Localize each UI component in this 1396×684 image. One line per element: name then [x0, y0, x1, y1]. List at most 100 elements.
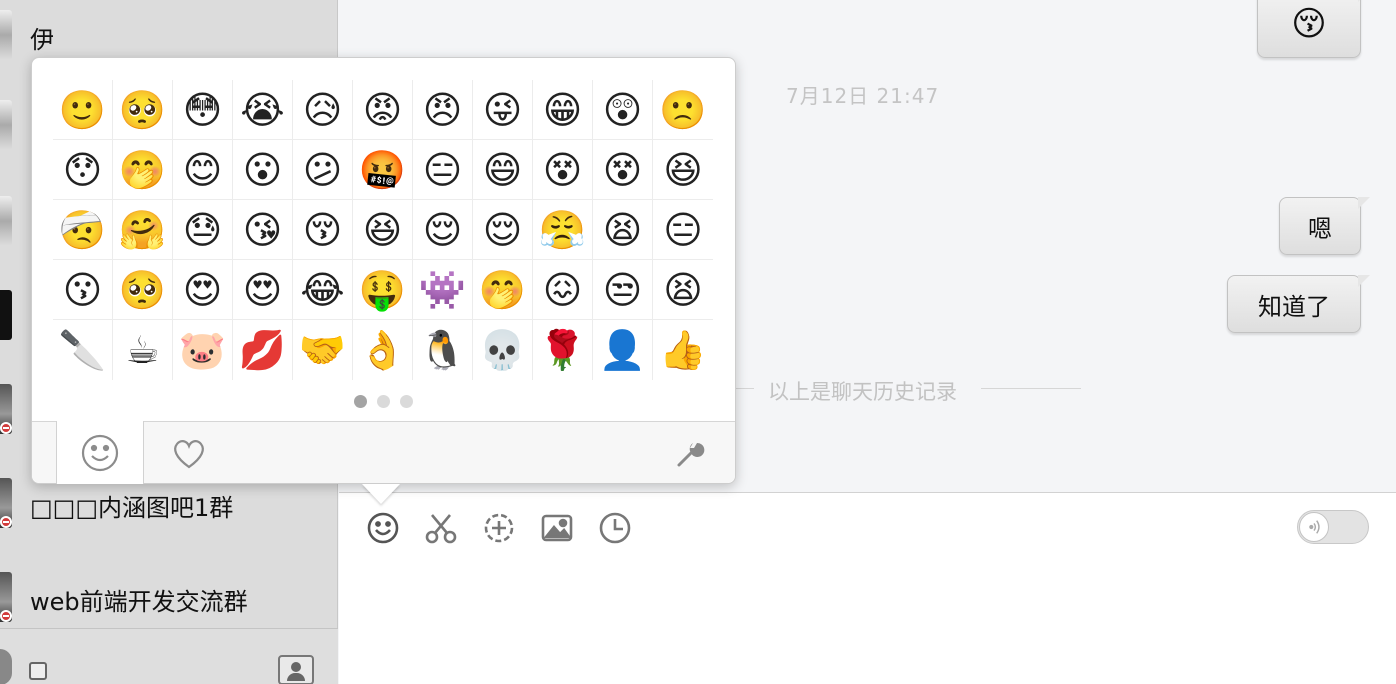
emoji-cell[interactable]: 😓 — [173, 200, 233, 260]
emoji-glyph: 🤬 — [358, 147, 407, 192]
emoji-cell[interactable]: 😆 — [353, 200, 413, 260]
emoji-glyph: 😡 — [362, 87, 403, 132]
emoji-cell[interactable]: 😍 — [173, 260, 233, 320]
emoji-cell[interactable]: ☕ — [113, 320, 173, 380]
emoji-cell[interactable]: 👾 — [413, 260, 473, 320]
emoji-cell[interactable]: 💋 — [233, 320, 293, 380]
emoji-cell[interactable]: 😜 — [473, 80, 533, 140]
avatar — [0, 100, 12, 150]
emoji-glyph: 😜 — [482, 87, 523, 132]
emoji-glyph: 👌 — [358, 328, 407, 372]
emoji-cell[interactable]: 😖 — [533, 260, 593, 320]
emoji-cell[interactable]: 😆 — [653, 140, 713, 200]
emoji-cell[interactable]: 😚 — [293, 200, 353, 260]
crosshair-icon[interactable] — [482, 511, 516, 545]
emoji-cell[interactable]: 🥺 — [113, 80, 173, 140]
tab-favorites[interactable] — [145, 422, 233, 484]
emoji-glyph: 🤭 — [118, 147, 167, 192]
emoji-glyph: 🤕 — [58, 207, 107, 252]
emoji-cell[interactable]: 😘 — [233, 200, 293, 260]
emoji-cell[interactable]: 😳 — [173, 80, 233, 140]
emoji-cell[interactable]: 🙂 — [53, 80, 113, 140]
emoji-cell[interactable]: 😥 — [293, 80, 353, 140]
clock-icon[interactable] — [598, 511, 632, 545]
emoji-glyph: 😗 — [62, 267, 103, 312]
divider-line — [736, 388, 754, 389]
emoji-cell[interactable]: 😍 — [233, 260, 293, 320]
message-input-area[interactable] — [339, 492, 1396, 684]
emoji-cell[interactable]: 🙁 — [653, 80, 713, 140]
message-bubble[interactable]: 嗯 — [1279, 197, 1370, 255]
emoji-glyph: 👍 — [659, 328, 707, 372]
avatar[interactable] — [0, 649, 12, 684]
emoji-cell[interactable]: 😕 — [293, 140, 353, 200]
emoji-cell[interactable]: 😫 — [653, 260, 713, 320]
emoji-cell[interactable]: 😁 — [533, 80, 593, 140]
emoji-cell[interactable]: 😑 — [413, 140, 473, 200]
scissors-icon[interactable] — [424, 511, 458, 545]
emoji-cell[interactable]: 😑 — [653, 200, 713, 260]
emoji-cell[interactable]: 😒 — [593, 260, 653, 320]
message-timestamp: 7月12日 21:47 — [786, 84, 940, 108]
emoji-cell[interactable]: 🤝 — [293, 320, 353, 380]
image-icon[interactable] — [540, 511, 574, 545]
page-dot[interactable] — [354, 395, 367, 408]
emoji-cell[interactable]: 👌 — [353, 320, 413, 380]
page-dot[interactable] — [377, 395, 390, 408]
emoji-tool-smiley-icon[interactable] — [366, 511, 400, 545]
emoji-cell[interactable]: 😮 — [233, 140, 293, 200]
emoji-cell[interactable]: 😤 — [533, 200, 593, 260]
emoji-glyph: 🙂 — [58, 87, 107, 132]
emoji-cell[interactable]: 😵 — [593, 140, 653, 200]
conversation-label: 伊 — [30, 26, 54, 54]
emoji-cell[interactable]: 👤 — [593, 320, 653, 380]
wrench-icon[interactable] — [673, 436, 707, 470]
voice-toggle[interactable] — [1297, 510, 1369, 544]
emoji-cell[interactable]: 😂 — [293, 260, 353, 320]
tab-smiley[interactable] — [56, 421, 144, 484]
emoji-cell[interactable]: 😄 — [473, 140, 533, 200]
emoji-glyph: 😥 — [302, 87, 343, 132]
emoji-cell[interactable]: 🤗 — [113, 200, 173, 260]
contact-card-icon[interactable] — [278, 655, 314, 684]
emoji-cell[interactable]: 😊 — [173, 140, 233, 200]
emoji-cell[interactable]: 😌 — [413, 200, 473, 260]
emoji-glyph: 😆 — [362, 207, 403, 252]
emoji-glyph: 🤗 — [118, 207, 167, 252]
emoji-glyph: 🌹 — [538, 328, 587, 372]
message-bubble-emoji[interactable]: 😚 — [1257, 0, 1370, 58]
heart-icon — [174, 440, 204, 469]
emoji-cell[interactable]: 🤭 — [113, 140, 173, 200]
emoji-cell[interactable]: 🤑 — [353, 260, 413, 320]
emoji-cell[interactable]: 🤕 — [53, 200, 113, 260]
emoji-cell[interactable]: 😲 — [593, 80, 653, 140]
message-bubble[interactable]: 知道了 — [1227, 275, 1370, 333]
emoji-cell[interactable]: 😵 — [533, 140, 593, 200]
emoji-cell[interactable]: 😌 — [473, 200, 533, 260]
emoji-cell[interactable]: 😗 — [53, 260, 113, 320]
checkbox-icon[interactable] — [29, 662, 47, 680]
popover-arrow — [362, 484, 400, 504]
emoji-cell[interactable]: 😫 — [593, 200, 653, 260]
emoji-cell[interactable]: 🤭 — [473, 260, 533, 320]
emoji-glyph: 💋 — [238, 328, 287, 372]
emoji-cell[interactable]: 🥺 — [113, 260, 173, 320]
conversation-item[interactable]: 伊 — [0, 4, 338, 64]
emoji-cell[interactable]: 🐧 — [413, 320, 473, 380]
page-dot[interactable] — [400, 395, 413, 408]
emoji-cell[interactable]: 😭 — [233, 80, 293, 140]
emoji-cell[interactable]: 🤬 — [353, 140, 413, 200]
emoji-cell[interactable]: 🔪 — [53, 320, 113, 380]
emoji-cell[interactable]: 😠 — [413, 80, 473, 140]
emoji-cell[interactable]: 💀 — [473, 320, 533, 380]
emoji-picker-popover: 🙂 🥺 😳 😭 😥 😡 😠 😜 😁 😲 🙁 😯 🤭 😊 😮 😕 🤬 😑 😄 😵 😵 😆 🤕 🤗 😓 😘 😚 😆 😌 😌 😤 😫 😑 😗 🥺 😍 😍 😂 🤑 👾… — [31, 57, 736, 484]
emoji-cell[interactable]: 🐷 — [173, 320, 233, 380]
conversation-item[interactable]: web前端开发交流群 — [0, 566, 338, 626]
emoji-cell[interactable]: 😯 — [53, 140, 113, 200]
emoji-cell[interactable]: 🌹 — [533, 320, 593, 380]
emoji-glyph: 😓 — [182, 207, 223, 252]
emoji-cell[interactable]: 😡 — [353, 80, 413, 140]
emoji-cell[interactable]: 👍 — [653, 320, 713, 380]
emoji-glyph: 🐷 — [178, 328, 227, 372]
emoji-glyph: 💀 — [478, 328, 527, 372]
